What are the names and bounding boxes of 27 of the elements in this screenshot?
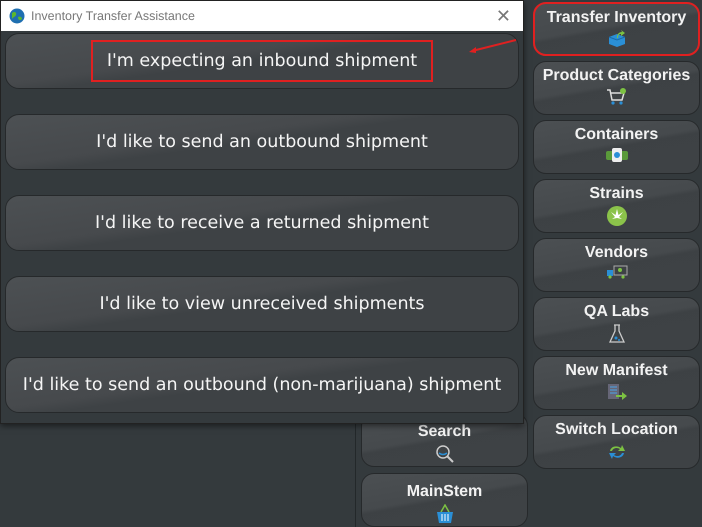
jar-icon bbox=[604, 147, 628, 163]
option-button[interactable]: I'd like to receive a returned shipment bbox=[5, 195, 519, 251]
menu-button[interactable]: MainStem bbox=[361, 473, 528, 527]
menu-button[interactable]: Product Categories bbox=[533, 61, 700, 115]
menu-button[interactable]: Vendors bbox=[533, 238, 700, 292]
annotation-arrow bbox=[468, 38, 518, 54]
menu-button[interactable]: New Manifest bbox=[533, 356, 700, 410]
cart-icon bbox=[606, 88, 628, 106]
basket-icon bbox=[434, 504, 454, 524]
menu-button[interactable]: QA Labs bbox=[533, 297, 700, 351]
menu-button[interactable]: Transfer Inventory bbox=[533, 2, 700, 56]
box-icon bbox=[606, 30, 626, 48]
menu-button[interactable]: Containers bbox=[533, 120, 700, 174]
truck-icon bbox=[606, 265, 628, 279]
globe-icon bbox=[9, 8, 25, 24]
flask-icon bbox=[608, 324, 626, 344]
window-title: Inventory Transfer Assistance bbox=[31, 9, 196, 23]
menu-button[interactable]: Switch Location bbox=[533, 415, 700, 469]
document-icon bbox=[606, 383, 628, 401]
close-button[interactable]: ✕ bbox=[492, 6, 515, 26]
option-button[interactable]: I'd like to send an outbound (non-marijuana) shipment bbox=[5, 357, 519, 413]
option-button[interactable]: I'm expecting an inbound shipment bbox=[5, 33, 519, 89]
option-button[interactable]: I'd like to view unreceived shipments bbox=[5, 276, 519, 332]
search-icon bbox=[434, 444, 454, 464]
leaf-icon bbox=[606, 206, 626, 226]
option-button[interactable]: I'd like to send an outbound shipment bbox=[5, 114, 519, 170]
menu-button[interactable]: Strains bbox=[533, 179, 700, 233]
